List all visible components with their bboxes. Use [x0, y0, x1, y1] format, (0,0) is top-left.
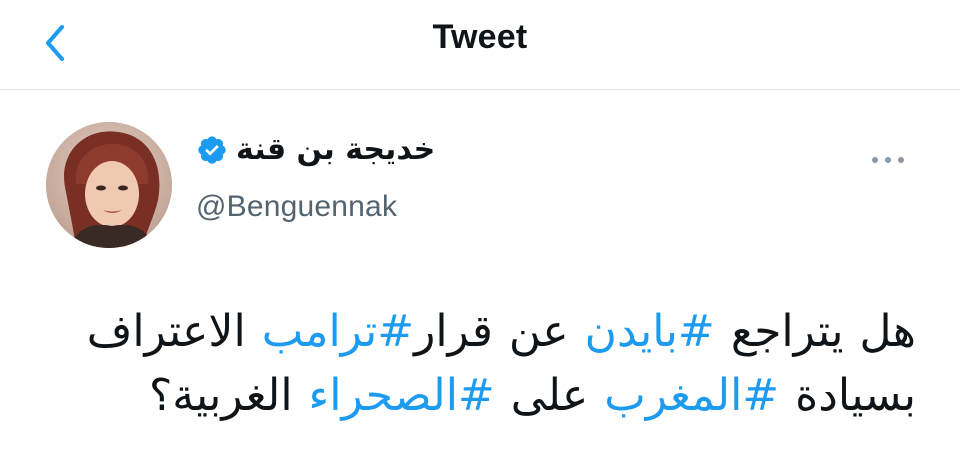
hashtag-link[interactable]: #المغرب [604, 370, 779, 421]
page-title: Tweet [432, 18, 528, 56]
hashtag-link[interactable]: #الصحراء [309, 370, 495, 421]
top-bar: Tweet [0, 0, 960, 90]
tweet-word: يتراجع [730, 306, 844, 357]
verified-badge-icon [198, 136, 226, 164]
author-name[interactable]: خديجة بن قنة [236, 135, 435, 165]
tweet-word: عن [508, 306, 569, 357]
tweet-word: على [510, 370, 589, 421]
author-handle[interactable]: @Benguennak [196, 190, 397, 224]
tweet-word: هل [859, 306, 916, 357]
more-dots-icon [872, 157, 904, 163]
hashtag-link[interactable]: #بايدن [585, 306, 715, 357]
tweet-word: بسيادة [795, 370, 916, 421]
profile-photo [46, 122, 172, 248]
tweet-word: قرار [414, 306, 493, 357]
back-button[interactable] [28, 16, 82, 70]
tweet-line-2: بسيادة #المغرب على #الصحراء الغربية؟ [40, 364, 916, 428]
author-name-row[interactable]: خديجة بن قنة [196, 134, 435, 166]
more-options-button[interactable] [866, 142, 910, 178]
hashtag-link[interactable]: #ترامب [262, 306, 414, 357]
tweet-line-1: هل يتراجع #بايدن عن قرار#ترامب الاعتراف [40, 300, 916, 364]
tweet-text: هل يتراجع #بايدن عن قرار#ترامب الاعتراف … [40, 300, 916, 428]
avatar[interactable] [46, 122, 172, 248]
tweet-word: الاعتراف [86, 306, 246, 357]
chevron-left-icon [46, 25, 64, 61]
tweet-word: الغربية؟ [148, 370, 293, 421]
